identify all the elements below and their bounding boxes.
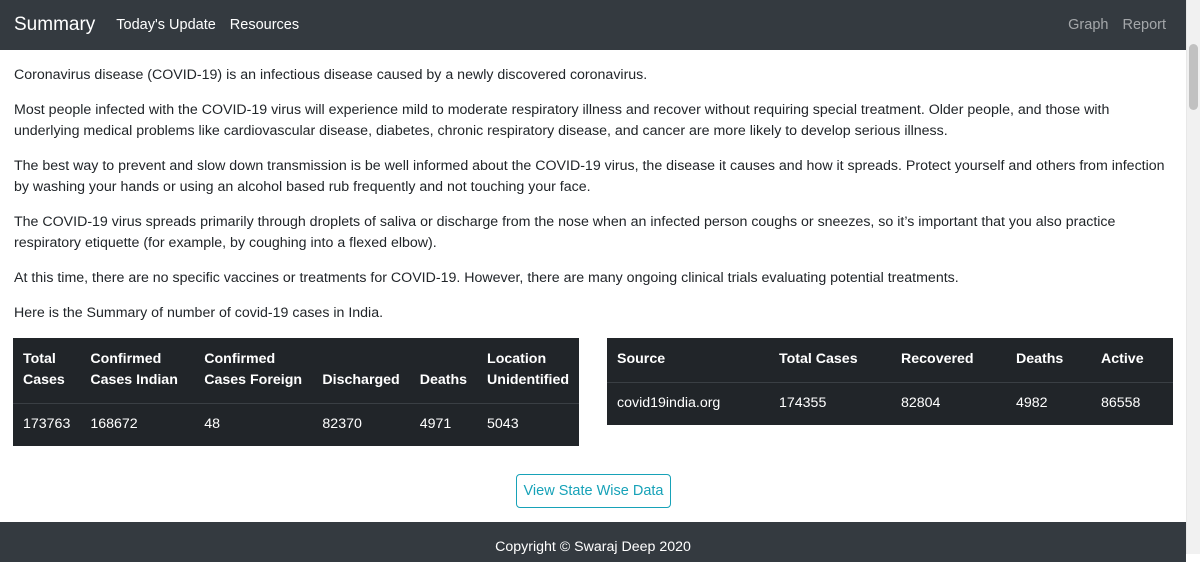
table-cell: covid19india.org [617, 395, 721, 412]
top-navbar: Summary Today's Update Resources Graph R… [0, 0, 1186, 50]
table-header-cell: Discharged [312, 338, 410, 404]
source-summary-table: Source Total Cases Recovered Deaths Acti… [607, 338, 1173, 425]
navbar-right-links: Graph Report [1068, 17, 1180, 33]
table-cell: 82804 [901, 395, 941, 412]
table-header-cell: Location Unidentified [477, 338, 579, 404]
view-state-wise-data-button[interactable]: View State Wise Data [516, 474, 671, 508]
table-cell: 174355 [779, 395, 827, 412]
table-cell: 82370 [322, 416, 362, 433]
table-header-cell: Total Cases [13, 338, 81, 404]
india-summary-table: Total Cases Confirmed Cases Indian Confi… [13, 338, 579, 446]
table-cell: 4971 [419, 416, 452, 433]
table-cell: 5043 [487, 416, 519, 433]
table-cell: 4982 [1016, 395, 1048, 412]
table-header-cell: Recovered [891, 338, 1006, 383]
summary-intro-paragraph: Here is the Summary of number of covid-1… [14, 305, 384, 321]
table-header-cell: Confirmed Cases Indian [80, 338, 195, 404]
vaccines-paragraph: At this time, there are no specific vacc… [14, 270, 959, 286]
page-footer: Copyright © Swaraj Deep 2020 [0, 522, 1186, 562]
navbar-brand[interactable]: Summary [14, 14, 95, 36]
vertical-scrollbar[interactable] [1186, 0, 1200, 554]
table-header-cell: Active [1091, 338, 1173, 383]
nav-link-report[interactable]: Report [1122, 17, 1166, 33]
symptoms-paragraph: Most people infected with the COVID-19 v… [14, 102, 1110, 139]
table-header-row: Source Total Cases Recovered Deaths Acti… [607, 338, 1173, 383]
table-header-cell: Deaths [1006, 338, 1091, 383]
table-header-cell: Source [607, 338, 769, 383]
table-header-cell: Total Cases [769, 338, 891, 383]
table-cell: 173763 [23, 416, 71, 433]
nav-link-todays-update[interactable]: Today's Update [116, 17, 216, 33]
table-cell: 48 [204, 416, 221, 433]
table-cell: 86558 [1101, 395, 1141, 412]
copyright-text: Copyright © Swaraj Deep 2020 [495, 539, 691, 555]
transmission-paragraph: The COVID-19 virus spreads primarily thr… [14, 214, 1116, 251]
prevention-paragraph: The best way to prevent and slow down tr… [14, 158, 1165, 195]
intro-paragraph: Coronavirus disease (COVID-19) is an inf… [14, 67, 648, 83]
nav-link-graph[interactable]: Graph [1068, 17, 1108, 33]
nav-link-resources[interactable]: Resources [230, 17, 299, 33]
main-content: Coronavirus disease (COVID-19) is an inf… [14, 65, 1176, 338]
table-cell: 168672 [90, 416, 138, 433]
table-header-cell: Deaths [409, 338, 478, 404]
table-row: 173763 168672 48 82370 4971 5043 [13, 403, 579, 446]
scrollbar-thumb[interactable] [1189, 44, 1198, 110]
table-header-row: Total Cases Confirmed Cases Indian Confi… [13, 338, 579, 404]
table-row: covid19india.org 174355 82804 4982 86558 [607, 382, 1173, 425]
table-header-cell: Confirmed Cases Foreign [194, 338, 313, 404]
